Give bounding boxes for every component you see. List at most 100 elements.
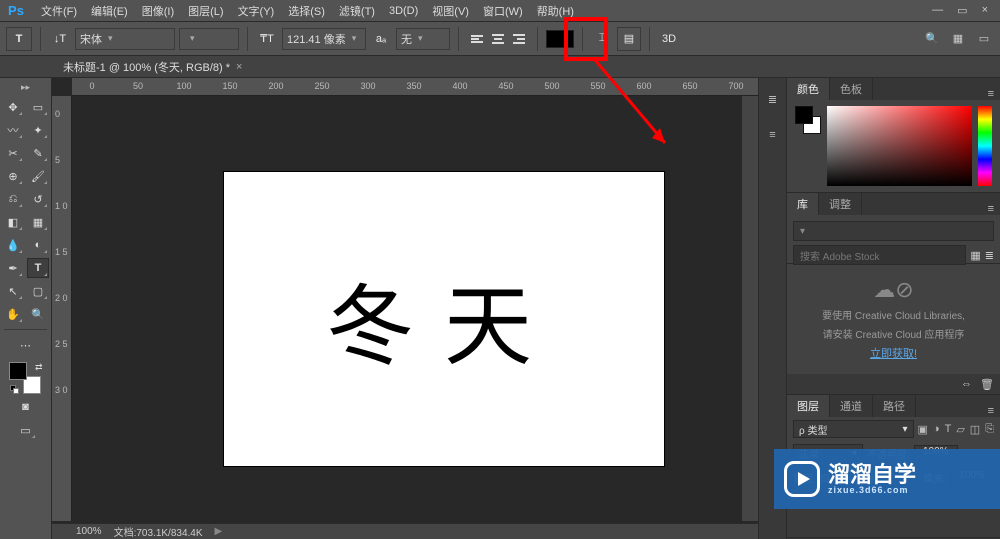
color-panel: 颜色 色板 ≡ xyxy=(787,78,1000,193)
tab-channels[interactable]: 通道 xyxy=(830,395,873,417)
font-style-combo[interactable]: ▾ xyxy=(179,28,239,50)
history-brush-tool[interactable]: ↺ xyxy=(27,189,49,209)
tab-swatches[interactable]: 色板 xyxy=(830,78,873,100)
library-search-input[interactable]: 搜索 Adobe Stock xyxy=(793,245,966,265)
3d-button[interactable]: 3D xyxy=(658,27,680,51)
scrollbar-vertical[interactable] xyxy=(742,96,758,521)
eraser-tool[interactable]: ◧ xyxy=(2,212,24,232)
path-select-tool[interactable]: ↖ xyxy=(2,281,24,301)
dodge-tool[interactable]: ◐ xyxy=(27,235,49,255)
panel-fgbg-swatch[interactable] xyxy=(795,106,821,134)
window-close-icon[interactable]: × xyxy=(982,4,988,17)
spot-heal-tool[interactable]: ⊕ xyxy=(2,166,24,186)
document-tab-close-icon[interactable]: × xyxy=(236,61,242,73)
properties-panel-icon[interactable]: ≡ xyxy=(764,126,782,144)
character-panel-button[interactable]: ▤ xyxy=(617,27,641,51)
magic-wand-tool[interactable]: ✦ xyxy=(27,120,49,140)
blur-tool[interactable]: 💧 xyxy=(2,235,24,255)
menu-select[interactable]: 选择(S) xyxy=(281,1,332,21)
marquee-tool[interactable]: ▭ xyxy=(27,97,49,117)
library-selector[interactable]: ▾ xyxy=(793,221,994,241)
menu-window[interactable]: 窗口(W) xyxy=(476,1,530,21)
move-tool[interactable]: ✥ xyxy=(2,97,24,117)
swap-colors-icon[interactable]: ⇄ xyxy=(35,362,43,373)
cc-get-link[interactable]: 立即获取! xyxy=(870,345,917,361)
menu-help[interactable]: 帮助(H) xyxy=(530,1,581,21)
type-tool[interactable]: T xyxy=(27,258,49,278)
window-minimize-icon[interactable]: — xyxy=(932,4,943,17)
color-field[interactable] xyxy=(827,106,972,186)
panel-menu-icon[interactable]: ≡ xyxy=(982,88,1000,100)
screen-mode-icon[interactable]: ▭ xyxy=(974,29,994,49)
quick-mask-button[interactable]: ◙ xyxy=(15,397,37,417)
align-center-button[interactable] xyxy=(488,29,508,49)
filter-shape-icon[interactable]: ▱ xyxy=(956,423,964,436)
zoom-level[interactable]: 100% xyxy=(76,526,102,537)
foreground-background-colors[interactable]: ⇄ xyxy=(9,362,43,394)
font-size-value: 121.41 像素 xyxy=(287,31,346,47)
zoom-tool[interactable]: 🔍 xyxy=(27,304,49,324)
layer-filter-kind[interactable]: ρ 类型▾ xyxy=(793,420,914,438)
text-color-swatch[interactable] xyxy=(546,30,574,48)
menu-filter[interactable]: 滤镜(T) xyxy=(332,1,382,21)
app-logo: Ps xyxy=(4,2,28,20)
canvas-text-layer[interactable]: 冬天 xyxy=(326,256,562,383)
foreground-color-swatch[interactable] xyxy=(9,362,27,380)
grid-view-icon[interactable]: ▦ xyxy=(970,249,980,262)
toolbox-collapse-icon[interactable]: ▸▸ xyxy=(21,82,30,93)
document-tab[interactable]: 未标题-1 @ 100% (冬天, RGB/8) * × xyxy=(55,56,250,78)
ruler-horizontal[interactable]: 0 50 100 150 200 250 300 350 400 450 500… xyxy=(72,78,758,96)
align-left-button[interactable] xyxy=(467,29,487,49)
doc-info[interactable]: 文档:703.1K/834.4K xyxy=(114,524,203,539)
warp-text-button[interactable]: ⌶ xyxy=(591,27,613,51)
filter-adjust-icon[interactable]: ◑ xyxy=(933,423,940,436)
tool-preset-button[interactable]: T xyxy=(6,27,32,51)
tab-paths[interactable]: 路径 xyxy=(873,395,916,417)
filter-type-icon[interactable]: T xyxy=(945,423,952,436)
default-colors-icon[interactable] xyxy=(10,385,19,394)
gradient-tool[interactable]: ▦ xyxy=(27,212,49,232)
tab-color[interactable]: 颜色 xyxy=(787,78,830,100)
menu-file[interactable]: 文件(F) xyxy=(34,1,84,21)
filter-toggle-icon[interactable]: ⎘ xyxy=(985,423,994,436)
hue-slider[interactable] xyxy=(978,106,992,186)
clone-stamp-tool[interactable]: ⎌ xyxy=(2,189,24,209)
filter-smart-icon[interactable]: ◫ xyxy=(970,423,980,436)
anti-alias-combo[interactable]: 无▾ xyxy=(396,28,450,50)
align-right-button[interactable] xyxy=(509,29,529,49)
menu-3d[interactable]: 3D(D) xyxy=(382,3,425,19)
link-icon[interactable]: ⇔ xyxy=(961,378,972,390)
filter-pixel-icon[interactable]: ▣ xyxy=(918,423,928,436)
history-panel-icon[interactable]: ≣ xyxy=(764,90,782,108)
hand-tool[interactable]: ✋ xyxy=(2,304,24,324)
panel-menu-icon[interactable]: ≡ xyxy=(982,203,1000,215)
search-icon[interactable]: 🔍 xyxy=(922,29,942,49)
menu-type[interactable]: 文字(Y) xyxy=(231,1,282,21)
tab-layers[interactable]: 图层 xyxy=(787,395,830,417)
font-family-combo[interactable]: 宋体▾ xyxy=(75,28,175,50)
lasso-tool[interactable]: 〰 xyxy=(2,120,24,140)
document-canvas[interactable]: 冬天 xyxy=(224,172,664,466)
ruler-h-tick: 550 xyxy=(590,81,605,91)
tab-adjustments[interactable]: 调整 xyxy=(819,193,862,215)
text-orientation-button[interactable]: ↓T xyxy=(49,27,71,51)
pen-tool[interactable]: ✒ xyxy=(2,258,24,278)
brush-tool[interactable]: 🖌 xyxy=(27,166,49,186)
window-restore-icon[interactable]: ▭ xyxy=(957,4,967,17)
menu-image[interactable]: 图像(I) xyxy=(135,1,181,21)
rectangle-tool[interactable]: ▢ xyxy=(27,281,49,301)
screen-mode-toolbox-button[interactable]: ▭ xyxy=(15,420,37,440)
menu-view[interactable]: 视图(V) xyxy=(425,1,476,21)
list-view-icon[interactable]: ≣ xyxy=(985,249,994,262)
ruler-vertical[interactable]: 0 5 1 0 1 5 2 0 2 5 3 0 xyxy=(52,96,72,521)
font-size-combo[interactable]: 121.41 像素▾ xyxy=(282,28,366,50)
crop-tool[interactable]: ✂ xyxy=(2,143,24,163)
panel-menu-icon[interactable]: ≡ xyxy=(982,405,1000,417)
menu-edit[interactable]: 编辑(E) xyxy=(84,1,135,21)
arrange-documents-icon[interactable]: ▦ xyxy=(948,29,968,49)
edit-toolbar-button[interactable]: ⋯ xyxy=(15,335,37,355)
menu-layer[interactable]: 图层(L) xyxy=(181,1,230,21)
trash-icon[interactable]: 🗑 xyxy=(980,378,994,391)
tab-libraries[interactable]: 库 xyxy=(787,193,819,215)
eyedropper-tool[interactable]: ✎ xyxy=(27,143,49,163)
